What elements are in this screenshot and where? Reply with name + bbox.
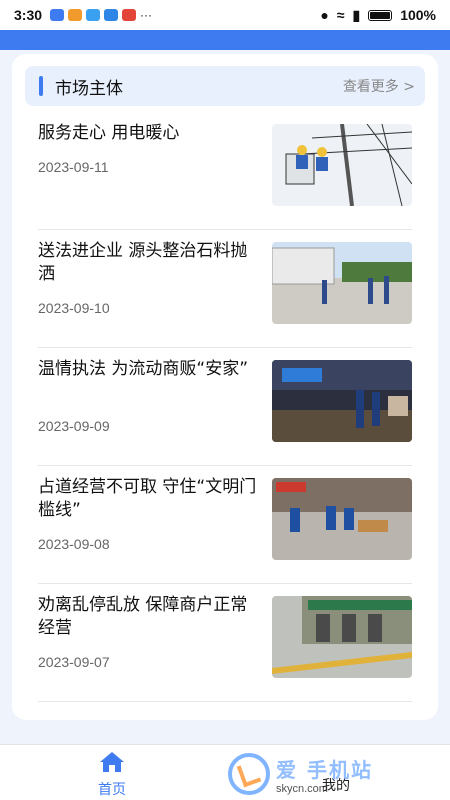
header-band [0, 30, 450, 50]
location-icon: ● [320, 7, 329, 23]
content-card: 市场主体 查看更多 > 服务走心 用电暖心 2023-09-11 送法进企业 源… [12, 54, 438, 720]
news-item[interactable]: 劝离乱停乱放 保障商户正常经营 2023-09-07 [38, 584, 412, 702]
news-thumbnail [272, 478, 412, 560]
more-dots-icon: ··· [140, 8, 153, 22]
view-more-link[interactable]: 查看更多 > [343, 76, 415, 96]
news-thumbnail [272, 360, 412, 442]
status-right: ● ≈ ▮ 100% [320, 7, 436, 24]
watermark-logo-icon [228, 753, 270, 795]
battery-level: 100% [400, 7, 436, 23]
watermark: 爱 手机站 skycn.com [228, 748, 450, 800]
app-icon [86, 9, 101, 21]
news-title: 服务走心 用电暖心 [38, 123, 180, 143]
app-icon [68, 9, 83, 21]
app-icon [50, 9, 65, 21]
watermark-text: 爱 手机站 skycn.com [276, 754, 373, 795]
news-title: 送法进企业 源头整治石料抛洒 [38, 241, 248, 284]
cloud-icon [104, 9, 119, 21]
news-title: 温情执法 为流动商贩“安家” [38, 359, 249, 379]
watermark-url: skycn.com [276, 782, 328, 795]
news-date: 2023-09-07 [38, 654, 110, 670]
weibo-icon [122, 9, 137, 21]
wifi-icon: ≈ [336, 7, 345, 23]
tab-home-label: 首页 [98, 782, 126, 798]
section-title: 市场主体 [55, 78, 123, 99]
news-thumbnail [272, 124, 412, 206]
status-bar: 3:30 ··· ● ≈ ▮ 100% [0, 0, 450, 30]
section-header: 市场主体 查看更多 > [25, 66, 425, 106]
news-thumbnail [272, 242, 412, 324]
tab-home[interactable]: 首页 [72, 751, 152, 799]
alert-icon: ▮ [352, 6, 361, 23]
notification-icons: ··· [50, 8, 152, 22]
section-accent-bar [39, 76, 43, 96]
status-time: 3:30 [14, 7, 43, 23]
news-item[interactable]: 送法进企业 源头整治石料抛洒 2023-09-10 [38, 230, 412, 348]
news-item[interactable]: 占道经营不可取 守住“文明门槛线” 2023-09-08 [38, 466, 412, 584]
news-item[interactable]: 服务走心 用电暖心 2023-09-11 [38, 112, 412, 230]
news-date: 2023-09-10 [38, 300, 110, 316]
news-item[interactable]: 温情执法 为流动商贩“安家” 2023-09-09 [38, 348, 412, 466]
battery-icon [368, 9, 393, 21]
home-icon [100, 752, 124, 772]
news-date: 2023-09-11 [38, 159, 109, 175]
watermark-title: 爱 手机站 [276, 757, 373, 782]
news-date: 2023-09-08 [38, 536, 110, 552]
news-list: 服务走心 用电暖心 2023-09-11 送法进企业 源头整治石料抛洒 2023… [38, 112, 412, 702]
news-title: 占道经营不可取 守住“文明门槛线” [38, 477, 257, 520]
news-title: 劝离乱停乱放 保障商户正常经营 [38, 595, 248, 638]
news-date: 2023-09-09 [38, 418, 110, 434]
news-thumbnail [272, 596, 412, 678]
